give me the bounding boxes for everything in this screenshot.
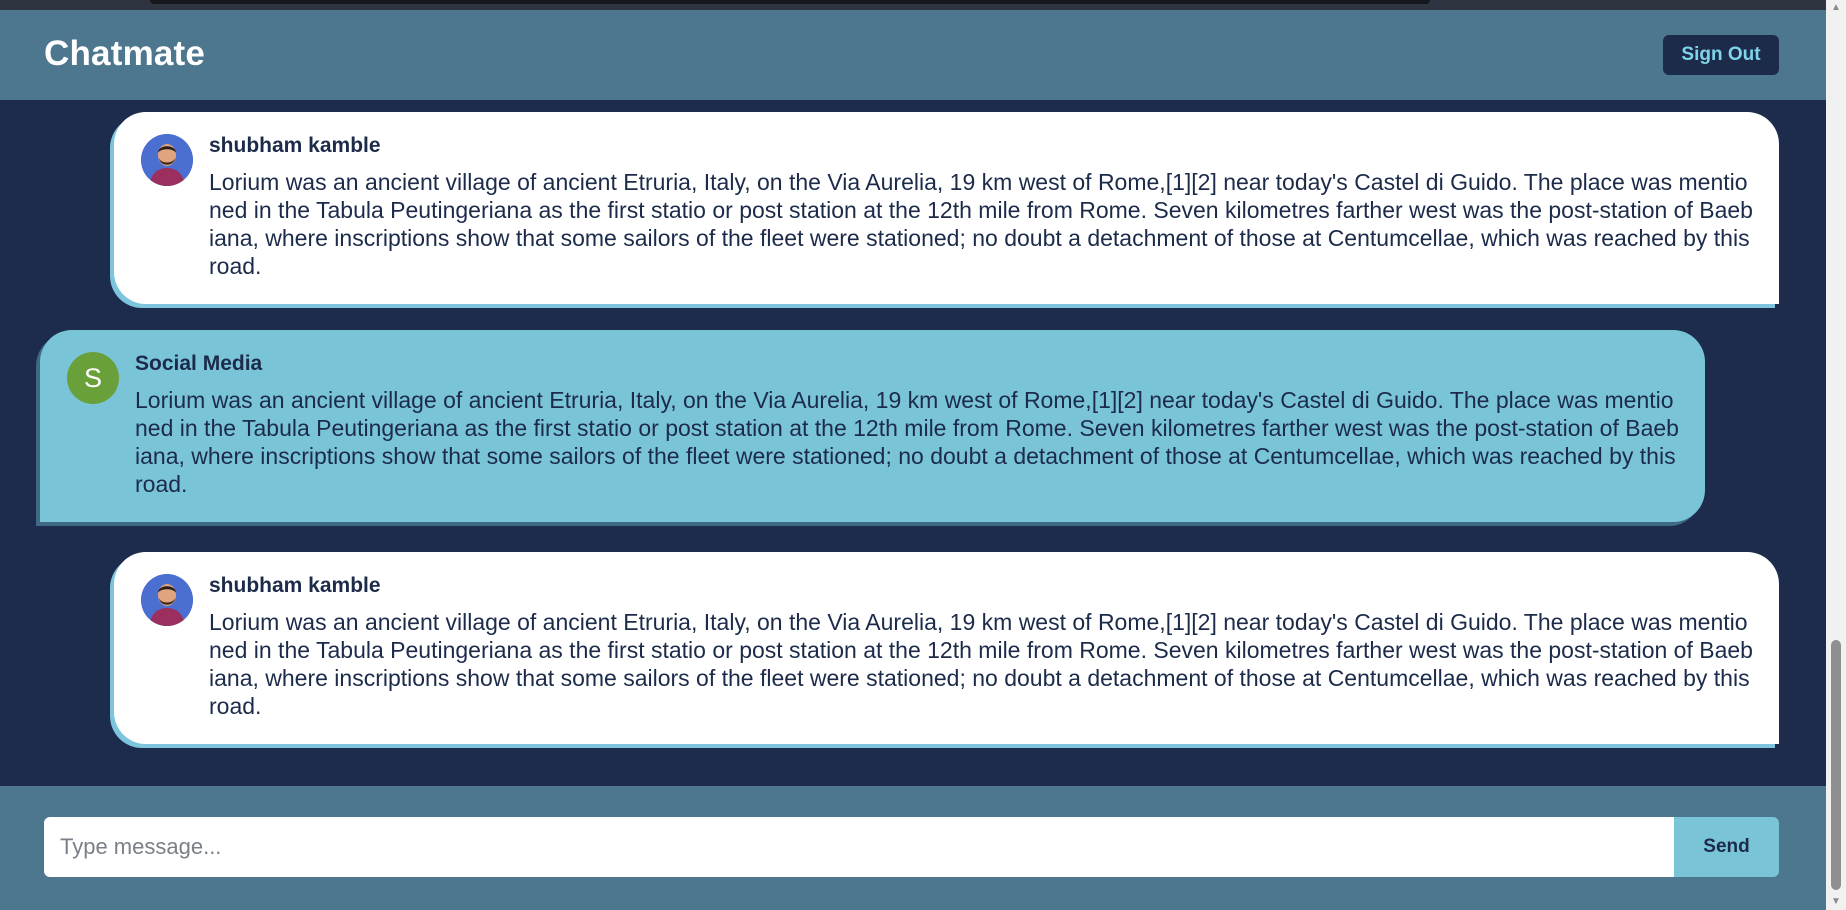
message-bubble-other: S Social Media Lorium was an ancient vil… [40, 330, 1705, 522]
message-composer: Send [0, 786, 1826, 910]
app-header: Chatmate Sign Out [0, 10, 1826, 100]
user-photo-avatar [141, 134, 193, 186]
message-author: shubham kamble [209, 574, 381, 597]
scroll-up-icon[interactable]: ▲ [1826, 0, 1846, 16]
page-scrollbar[interactable]: ▲ ▼ [1826, 0, 1846, 910]
app-title: Chatmate [44, 34, 206, 73]
browser-top-edge [0, 0, 1826, 10]
person-icon [141, 134, 193, 186]
message-author: shubham kamble [209, 134, 381, 157]
user-photo-avatar [141, 574, 193, 626]
message-bubble-own: shubham kamble Lorium was an ancient vil… [114, 112, 1779, 304]
message-text: Lorium was an ancient village of ancient… [209, 169, 1753, 279]
message-text: Lorium was an ancient village of ancient… [209, 609, 1753, 719]
scrollbar-thumb[interactable] [1831, 640, 1841, 890]
message-text: Lorium was an ancient village of ancient… [135, 387, 1679, 497]
scroll-down-icon[interactable]: ▼ [1826, 894, 1846, 910]
send-button[interactable]: Send [1674, 817, 1779, 877]
browser-tab-strip [150, 0, 1430, 4]
message-author: Social Media [135, 352, 263, 375]
message-input[interactable] [44, 817, 1674, 877]
person-icon [141, 574, 193, 626]
chat-messages[interactable]: shubham kamble Lorium was an ancient vil… [0, 100, 1826, 786]
app-viewport: Chatmate Sign Out shubham kamble Lorium … [0, 0, 1826, 910]
sign-out-button[interactable]: Sign Out [1663, 35, 1779, 75]
letter-avatar: S [67, 352, 119, 404]
message-bubble-own: shubham kamble Lorium was an ancient vil… [114, 552, 1779, 744]
